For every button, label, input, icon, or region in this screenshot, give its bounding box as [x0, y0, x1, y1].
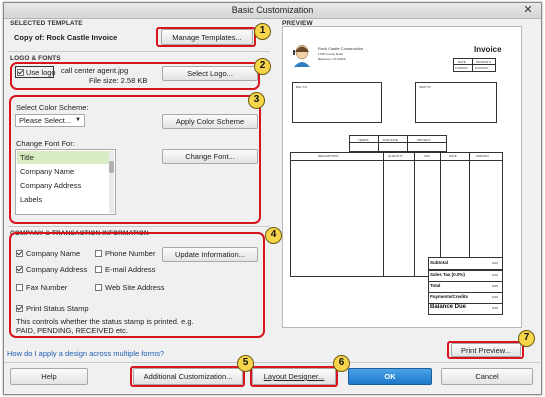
preview-date-value: 12/15/2023 — [455, 67, 468, 70]
callout-5-badge: 5 — [237, 355, 254, 372]
highlight-logo — [10, 62, 260, 90]
highlight-company-info — [9, 232, 265, 338]
preview-doc-title: Invoice — [474, 45, 502, 54]
callout-7-badge: 7 — [518, 330, 535, 347]
callout-2-badge: 2 — [254, 58, 271, 75]
highlight-colors-fonts — [9, 95, 261, 224]
preview-payments-label: Payments/Credits — [430, 294, 469, 299]
callout-1-badge: 1 — [254, 23, 271, 40]
preview-subtotal-label: Subtotal — [430, 260, 448, 265]
preview-sales-tax-value: 0.00 — [492, 273, 498, 277]
title-bar: Basic Customization ✕ — [4, 3, 541, 19]
preview-ship-to: SHIP TO — [419, 85, 431, 89]
preview-sales-tax-label: Sales Tax (0.0%) — [430, 272, 465, 277]
preview-balance-due-value: 0.00 — [492, 306, 498, 310]
preview-balance-due-label: Balance Due — [430, 304, 467, 310]
highlight-layout-designer — [250, 366, 338, 387]
highlight-additional-customization — [130, 366, 245, 387]
preview-col-description: DESCRIPTION — [318, 154, 339, 158]
help-button[interactable]: Help — [10, 368, 88, 385]
agent-logo-icon — [293, 44, 310, 67]
preview-col-um: U/M — [424, 154, 430, 158]
preview-col-amount: AMOUNT — [476, 154, 489, 158]
callout-6-badge: 6 — [333, 355, 350, 372]
preview-total-value: 0.00 — [492, 284, 498, 288]
callout-3-badge: 3 — [248, 92, 265, 109]
preview-col-rate: RATE — [449, 154, 457, 158]
preview-company-line3: Bayshore, CA 94326 — [318, 57, 346, 61]
preview-payments-value: 0.00 — [492, 295, 498, 299]
help-link[interactable]: How do I apply a design across multiple … — [7, 349, 164, 358]
callout-4-badge: 4 — [265, 227, 282, 244]
preview-subtotal-value: 0.00 — [492, 261, 498, 265]
ok-button[interactable]: OK — [348, 368, 432, 385]
highlight-manage-templates — [156, 27, 256, 47]
preview-company-line1: Rock Castle Construction — [318, 46, 364, 51]
logo-fonts-header: LOGO & FONTS — [10, 55, 61, 62]
preview-bill-to: BILL TO — [296, 85, 307, 89]
cancel-button[interactable]: Cancel — [441, 368, 533, 385]
window-title: Basic Customization — [231, 5, 314, 15]
highlight-print-preview — [447, 341, 524, 359]
template-name: Copy of: Rock Castle Invoice — [14, 33, 118, 42]
selected-template-header: SELECTED TEMPLATE — [10, 20, 83, 27]
invoice-preview: Rock Castle Construction 1735 County Roa… — [282, 26, 522, 328]
preview-total-label: Total — [430, 283, 441, 288]
preview-company-line2: 1735 County Road — [318, 52, 344, 56]
preview-col-quantity: QUANTITY — [388, 154, 404, 158]
preview-invoice-no-value: E-INVOICE — [475, 67, 488, 70]
close-icon[interactable]: ✕ — [521, 4, 535, 16]
